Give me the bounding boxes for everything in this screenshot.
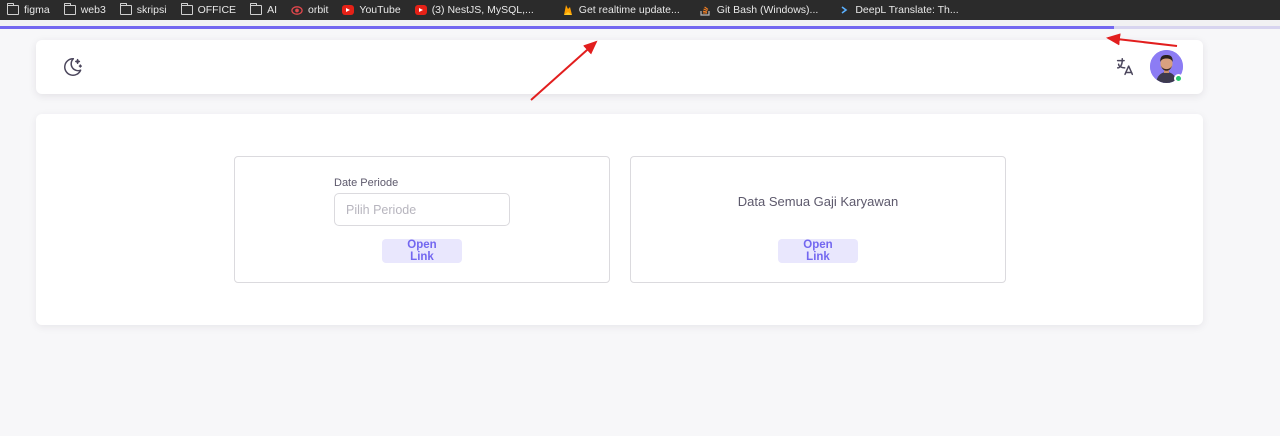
- online-status-badge: [1174, 74, 1183, 83]
- page-loading-progress-fill: [0, 26, 1114, 29]
- bookmark-label: orbit: [307, 4, 329, 16]
- bookmark-label: figma: [24, 4, 50, 16]
- salary-panel-title: Data Semua Gaji Karyawan: [737, 194, 899, 209]
- bookmark-firebase[interactable]: Get realtime update...: [555, 0, 687, 20]
- page-loading-progress: [0, 26, 1280, 29]
- period-input[interactable]: [334, 193, 510, 226]
- bookmark-deepl[interactable]: DeepL Translate: Th...: [831, 0, 965, 20]
- bookmark-skripsi[interactable]: skripsi: [113, 0, 174, 20]
- folder-icon: [7, 3, 19, 15]
- youtube-icon: [414, 5, 427, 15]
- bookmark-web3[interactable]: web3: [57, 0, 113, 20]
- period-panel: Date Periode Open Link: [234, 156, 610, 283]
- stackoverflow-icon: [700, 5, 712, 16]
- main-content-card: Date Periode Open Link Data Semua Gaji K…: [36, 114, 1203, 325]
- bookmark-label: (3) NestJS, MySQL,...: [431, 4, 534, 16]
- translate-icon[interactable]: [1114, 56, 1136, 78]
- date-periode-label: Date Periode: [334, 177, 399, 189]
- bookmark-ai[interactable]: AI: [243, 0, 284, 20]
- salary-panel: Data Semua Gaji Karyawan Open Link: [630, 156, 1006, 283]
- folder-icon: [250, 3, 263, 15]
- open-link-button[interactable]: Open Link: [778, 239, 858, 263]
- bookmark-label: YouTube: [359, 4, 401, 16]
- bookmark-git-bash[interactable]: Git Bash (Windows)...: [693, 0, 826, 20]
- bookmark-nestjs[interactable]: (3) NestJS, MySQL,...: [408, 0, 541, 20]
- top-navbar: [36, 40, 1203, 94]
- bookmark-label: Git Bash (Windows)...: [716, 4, 819, 16]
- bookmark-label: AI: [267, 4, 277, 16]
- folder-icon: [180, 3, 193, 15]
- bookmark-figma[interactable]: figma: [0, 0, 57, 20]
- firebase-icon: [562, 5, 574, 15]
- bookmark-orbit[interactable]: orbit: [284, 0, 335, 20]
- folder-icon: [63, 3, 76, 15]
- bookmark-label: skripsi: [136, 4, 167, 16]
- bookmark-youtube[interactable]: YouTube: [335, 0, 407, 20]
- youtube-icon: [342, 5, 355, 15]
- bookmarks-bar: figma web3 skripsi OFFICE AI orbit YouTu…: [0, 0, 1280, 20]
- moon-icon[interactable]: [62, 56, 84, 78]
- bookmark-office[interactable]: OFFICE: [174, 0, 244, 20]
- deepl-icon: [838, 5, 850, 15]
- bookmark-label: OFFICE: [197, 4, 237, 16]
- folder-icon: [119, 3, 132, 15]
- open-link-button[interactable]: Open Link: [382, 239, 462, 263]
- orbit-icon: [291, 5, 303, 15]
- bookmark-label: web3: [80, 4, 106, 16]
- bookmark-label: Get realtime update...: [578, 4, 680, 16]
- bookmark-label: DeepL Translate: Th...: [855, 4, 959, 16]
